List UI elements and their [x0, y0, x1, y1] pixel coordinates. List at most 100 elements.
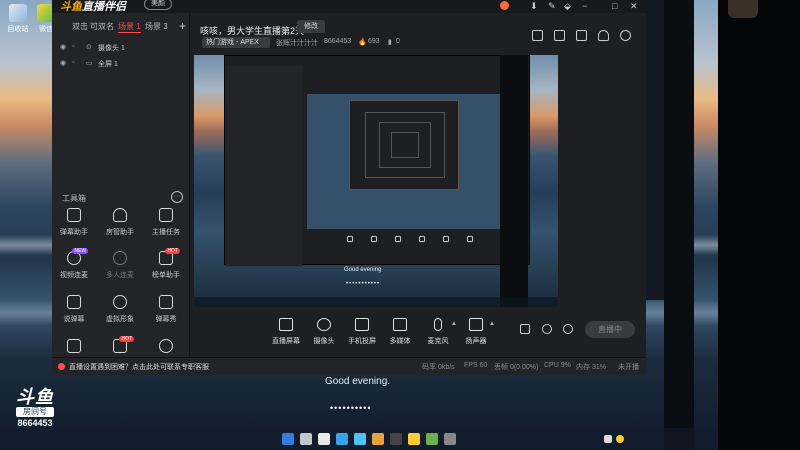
app-icon[interactable]	[390, 433, 402, 445]
tool-multi-link[interactable]: 多人连麦	[100, 251, 140, 280]
tool-danmu-helper[interactable]: 弹幕助手	[54, 208, 94, 237]
store-icon[interactable]	[354, 433, 366, 445]
douyu-app-icon[interactable]	[372, 433, 384, 445]
new-badge: NEW	[72, 248, 88, 254]
app-icon[interactable]	[444, 433, 456, 445]
eye-icon[interactable]: ◉	[60, 43, 66, 51]
source-row[interactable]: ◉ ▫ ⊙ 摄像头 1	[58, 41, 184, 55]
danmu-icon	[67, 208, 81, 222]
chevron-up-icon[interactable]: ▲	[489, 321, 495, 327]
tool-label: 房管助手	[106, 229, 134, 236]
record-icon[interactable]	[576, 30, 587, 41]
lock-icon[interactable]	[554, 30, 565, 41]
tool-item[interactable]: HOT	[100, 336, 140, 358]
shirt-icon[interactable]: ⬙	[564, 1, 571, 12]
download-icon[interactable]: ⬇	[530, 1, 538, 12]
nested-icon	[347, 236, 353, 242]
tray-icon[interactable]	[604, 435, 612, 443]
tool-label: 虚拟形象	[106, 316, 134, 323]
control-label: 麦克风	[427, 338, 449, 345]
watermark-room: 8664453	[17, 418, 53, 428]
gear-icon[interactable]	[563, 324, 573, 334]
stream-title: 咳咳，男大学生直播第2天	[200, 26, 305, 36]
edge-icon[interactable]	[336, 433, 348, 445]
memory-stat: 内存 31%	[576, 364, 606, 371]
user-avatar[interactable]	[500, 1, 509, 10]
skin-icon[interactable]: ✎	[548, 1, 556, 12]
virtual-avatar-icon	[113, 295, 127, 309]
app-icon[interactable]	[426, 433, 438, 445]
desktop-icon-recycle-bin[interactable]: 回收站	[4, 4, 32, 34]
toolbox-more-button[interactable]: ···	[171, 191, 183, 203]
scene-tab[interactable]: 可双名	[90, 21, 114, 32]
scene-tab-active[interactable]: 场景 1	[118, 21, 141, 33]
stream-preview[interactable]: Good evening •••••••••••	[194, 55, 558, 307]
tool-item[interactable]	[54, 339, 94, 358]
control-label: 手机投屏	[348, 338, 376, 345]
phone-icon	[355, 318, 369, 331]
watermark-sub: 房间号	[16, 407, 54, 417]
multi-link-icon	[113, 251, 127, 265]
tool-danmu-show[interactable]: 弹幕秀	[146, 295, 186, 324]
pier-pillar	[646, 0, 664, 300]
start-icon[interactable]	[282, 433, 294, 445]
category-pill[interactable]: 热门游戏 - APEX	[202, 37, 270, 48]
tool-say-danmu[interactable]: 说弹幕	[54, 295, 94, 324]
nested-icon	[467, 236, 473, 242]
start-live-button[interactable]: 直播中	[585, 321, 635, 338]
scene-tab[interactable]: 场景 3	[145, 21, 168, 32]
source-label: 摄像头 1	[98, 45, 125, 52]
scene-tab[interactable]: 双击	[72, 21, 88, 32]
beauty-pill[interactable]: 美颜	[144, 0, 172, 10]
phone-cast-button[interactable]: 手机投屏	[342, 318, 382, 346]
douyu-watermark: 斗鱼 房间号 8664453	[10, 388, 60, 428]
video-icon[interactable]	[520, 324, 530, 334]
tray-icon[interactable]	[616, 435, 624, 443]
left-panel: 双击 可双名 场景 1 场景 3 + ◉ ▫ ⊙ 摄像头 1 ◉ ▫ ▭ 全屏 …	[52, 13, 190, 375]
nested-app-window	[224, 55, 530, 266]
tool-anchor-task[interactable]: 主播任务	[146, 208, 186, 237]
minimize-button[interactable]: −	[582, 1, 587, 11]
close-button[interactable]: ✕	[630, 1, 638, 12]
eye-icon[interactable]: ◉	[60, 59, 66, 67]
app-brand: 斗鱼直播伴侣	[60, 0, 126, 14]
tool-ranking[interactable]: 榜单助手 HOT	[146, 248, 186, 280]
streamer-name: 张辉汁汁汁汁	[276, 40, 318, 47]
tool-label: 弹幕秀	[155, 316, 177, 323]
nested-preview	[307, 94, 502, 229]
lock-icon[interactable]: ▫	[72, 43, 74, 50]
source-row[interactable]: ◉ ▫ ▭ 全屏 1	[58, 57, 184, 71]
tool-video-link[interactable]: 视频连麦 NEW	[54, 248, 94, 280]
control-label: 直播屏幕	[272, 338, 300, 345]
task-view-icon[interactable]	[318, 433, 330, 445]
camera-icon: ⊙	[86, 44, 92, 51]
tool-item[interactable]	[146, 339, 186, 358]
lock-icon[interactable]: ▫	[72, 59, 74, 66]
microphone-icon	[434, 318, 442, 331]
screen-capture-button[interactable]: 直播屏幕	[266, 318, 306, 346]
share-icon[interactable]	[620, 30, 631, 41]
speaker-icon	[469, 318, 483, 331]
camera-button[interactable]: 摄像头	[304, 318, 344, 346]
tool-label: 说弹幕	[63, 316, 85, 323]
tool-label: 弹幕助手	[60, 229, 88, 236]
folder-icon[interactable]	[408, 433, 420, 445]
add-scene-button[interactable]: +	[179, 19, 186, 33]
eye-icon[interactable]	[542, 324, 552, 334]
layout-icon[interactable]	[532, 30, 543, 41]
say-danmu-icon	[67, 295, 81, 309]
control-label: 多媒体	[389, 338, 411, 345]
edit-title-button[interactable]: 修改	[297, 20, 325, 33]
tool-room-admin[interactable]: 房管助手	[100, 208, 140, 237]
pier-pillar	[664, 0, 694, 450]
search-icon[interactable]	[300, 433, 312, 445]
nested-toolbar	[307, 232, 527, 252]
danmu-show-icon	[159, 295, 173, 309]
help-notice[interactable]: 直播设置遇到困难？点击此处可联系专职客服	[58, 362, 209, 372]
maximize-button[interactable]: □	[612, 1, 617, 11]
bell-icon[interactable]	[598, 30, 609, 41]
tool-avatar[interactable]: 虚拟形象	[100, 295, 140, 324]
desktop-greeting: Good evening.	[325, 376, 391, 387]
multimedia-button[interactable]: 多媒体	[380, 318, 420, 346]
desktop-icon-label: 回收站	[7, 26, 29, 33]
